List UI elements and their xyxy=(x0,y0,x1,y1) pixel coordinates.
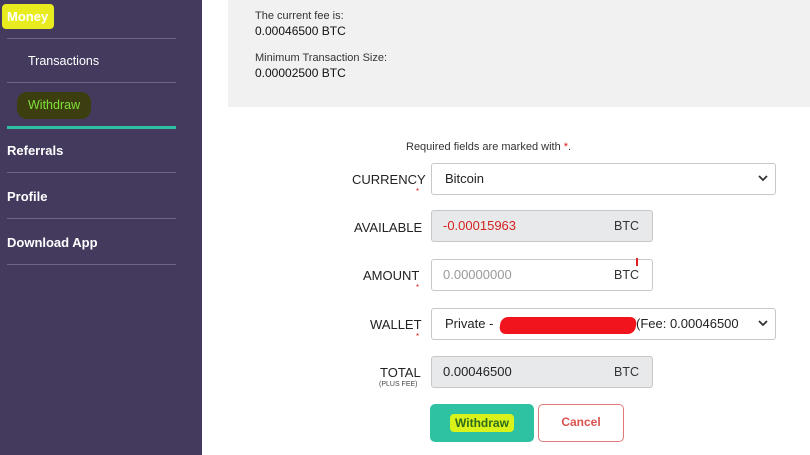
sidebar-item-withdraw[interactable]: Withdraw xyxy=(28,98,80,112)
amount-required-star: * xyxy=(416,283,420,292)
sidebar-item-profile[interactable]: Profile xyxy=(7,189,47,204)
cancel-button[interactable]: Cancel xyxy=(538,404,624,442)
available-unit: BTC xyxy=(603,210,653,242)
sidebar-divider xyxy=(7,172,176,173)
currency-required-star: * xyxy=(416,187,420,196)
sidebar-item-referrals[interactable]: Referrals xyxy=(7,143,63,158)
currency-label: CURRENCY xyxy=(352,172,426,187)
amount-label: AMOUNT xyxy=(363,268,420,283)
wallet-value-suffix: (Fee: 0.00046500 xyxy=(636,316,739,331)
active-indicator xyxy=(7,126,176,129)
sidebar: Money Transactions Withdraw Referrals Pr… xyxy=(0,0,202,455)
sidebar-item-transactions[interactable]: Transactions xyxy=(28,54,99,68)
chevron-down-icon xyxy=(757,309,769,339)
sidebar-divider xyxy=(7,218,176,219)
amount-unit: BTC xyxy=(603,259,653,291)
amount-cursor-mark xyxy=(636,258,638,266)
sidebar-item-money[interactable]: Money xyxy=(7,9,48,24)
currency-value: Bitcoin xyxy=(445,171,485,186)
required-period: . xyxy=(568,141,572,153)
total-label: TOTAL xyxy=(380,365,421,380)
sidebar-divider xyxy=(7,38,176,39)
total-unit: BTC xyxy=(603,356,653,388)
currency-select[interactable]: Bitcoin xyxy=(431,163,776,195)
required-note-text: Required fields are marked with xyxy=(406,141,561,153)
wallet-label: WALLET xyxy=(370,317,422,332)
amount-input[interactable]: 0.00000000 xyxy=(431,259,604,291)
available-label: AVAILABLE xyxy=(354,220,423,235)
fee-value: 0.00046500 BTC xyxy=(255,24,346,38)
sidebar-divider xyxy=(7,264,176,265)
fee-label: The current fee is: xyxy=(255,10,344,22)
total-field: 0.00046500 xyxy=(431,356,604,388)
redaction-mark xyxy=(498,317,638,334)
total-sublabel: (PLUS FEE) xyxy=(379,381,418,388)
min-size-label: Minimum Transaction Size: xyxy=(255,52,388,64)
wallet-required-star: * xyxy=(416,332,420,341)
sidebar-divider xyxy=(7,82,176,83)
fee-info-panel: The current fee is: 0.00046500 BTC Minim… xyxy=(228,0,810,107)
min-size-value: 0.00002500 BTC xyxy=(255,66,346,80)
required-note: Required fields are marked with *. xyxy=(406,141,571,153)
withdraw-button-label: Withdraw xyxy=(455,416,509,430)
withdraw-button[interactable]: Withdraw xyxy=(430,404,534,442)
available-field: -0.00015963 xyxy=(431,210,604,242)
chevron-down-icon xyxy=(757,164,769,194)
wallet-value-prefix: Private - xyxy=(445,316,494,331)
sidebar-item-download-app[interactable]: Download App xyxy=(7,235,98,250)
withdraw-page: Money Transactions Withdraw Referrals Pr… xyxy=(0,0,810,455)
